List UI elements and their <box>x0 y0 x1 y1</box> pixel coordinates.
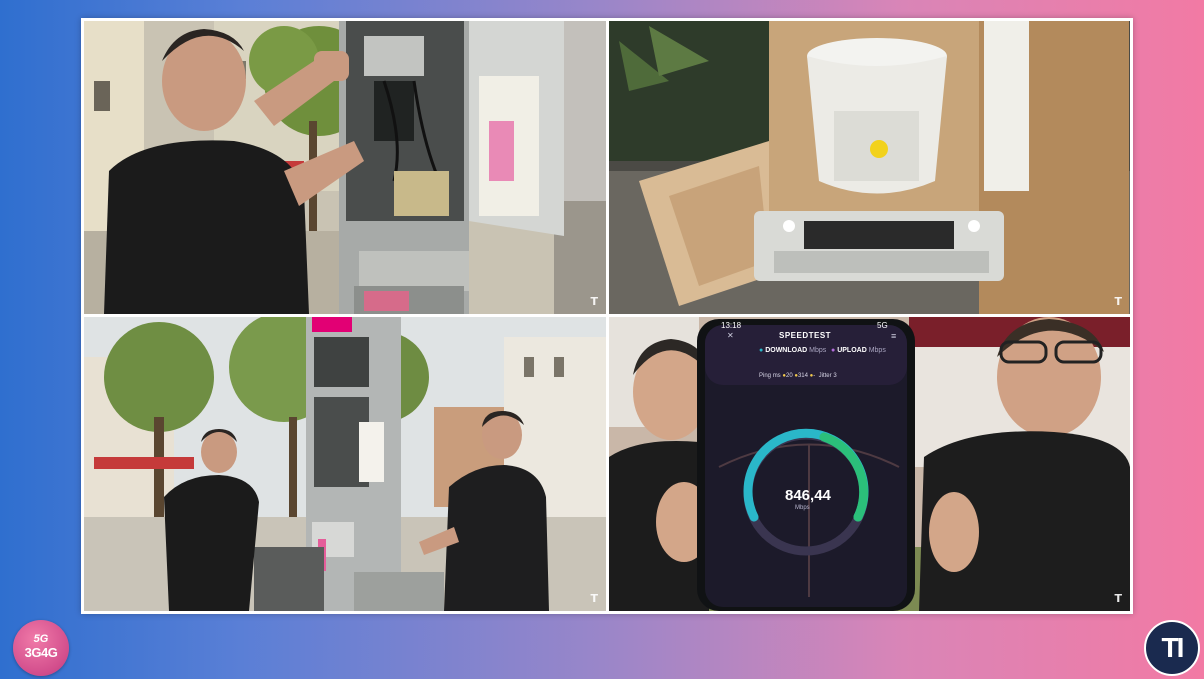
close-icon[interactable]: ✕ <box>727 331 734 340</box>
3g4g-logo: 5G 3G4G <box>13 620 69 676</box>
ping-value-3: - <box>813 373 816 379</box>
jitter-label: Jitter <box>818 373 832 379</box>
telekom-watermark-icon: T <box>1114 295 1122 308</box>
download-label-text: DOWNLOAD <box>765 347 808 354</box>
phone-booth-illustration <box>84 317 606 611</box>
speed-result-unit: Mbps <box>795 505 810 511</box>
speed-result-value: 846,44 <box>785 487 831 504</box>
ti-logo: TI <box>1144 620 1200 676</box>
jitter-value: 3 <box>833 373 837 379</box>
download-label: ● DOWNLOAD Mbps <box>759 347 827 354</box>
photo-collage: T T T 13:18 5G ✕ SPEEDTEST ≡ ● DOWNLOAD … <box>81 18 1133 614</box>
photo-speedtest-result: 13:18 5G ✕ SPEEDTEST ≡ ● DOWNLOAD Mbps ●… <box>609 317 1130 611</box>
photo-engineer-cabinet: T <box>84 21 606 314</box>
engineer-cabinet-illustration <box>84 21 606 314</box>
download-unit: Mbps <box>809 347 827 354</box>
upload-unit: Mbps <box>868 347 886 354</box>
ping-value-2: 314 <box>797 373 808 379</box>
speedtest-scene-illustration <box>609 317 1130 611</box>
phone-clock: 13:18 <box>721 321 742 330</box>
menu-icon[interactable]: ≡ <box>891 331 896 341</box>
ping-unit: ms <box>772 373 781 379</box>
phone-signal-label: 5G <box>877 321 888 330</box>
background-frame: T T T 13:18 5G ✕ SPEEDTEST ≡ ● DOWNLOAD … <box>0 0 1204 679</box>
photo-phone-booth-interview: T <box>84 317 606 611</box>
telekom-watermark-icon: T <box>1114 592 1122 605</box>
photo-antenna-unit: T <box>609 21 1130 314</box>
ping-label: Ping <box>759 373 772 379</box>
logo-5g-text: 5G <box>33 633 49 645</box>
upload-label-text: UPLOAD <box>837 347 867 354</box>
ping-value-1: 20 <box>785 373 793 379</box>
speedtest-app-title: SPEEDTEST <box>779 331 832 340</box>
logo-3g4g-text: 3G4G <box>24 645 58 660</box>
antenna-unit-illustration <box>609 21 1130 314</box>
telekom-watermark-icon: T <box>590 295 598 308</box>
ping-row: Ping ms ●20 ●314 ●- Jitter 3 <box>759 373 837 379</box>
upload-label: ● UPLOAD Mbps <box>831 347 886 354</box>
telekom-watermark-icon: T <box>590 592 598 605</box>
